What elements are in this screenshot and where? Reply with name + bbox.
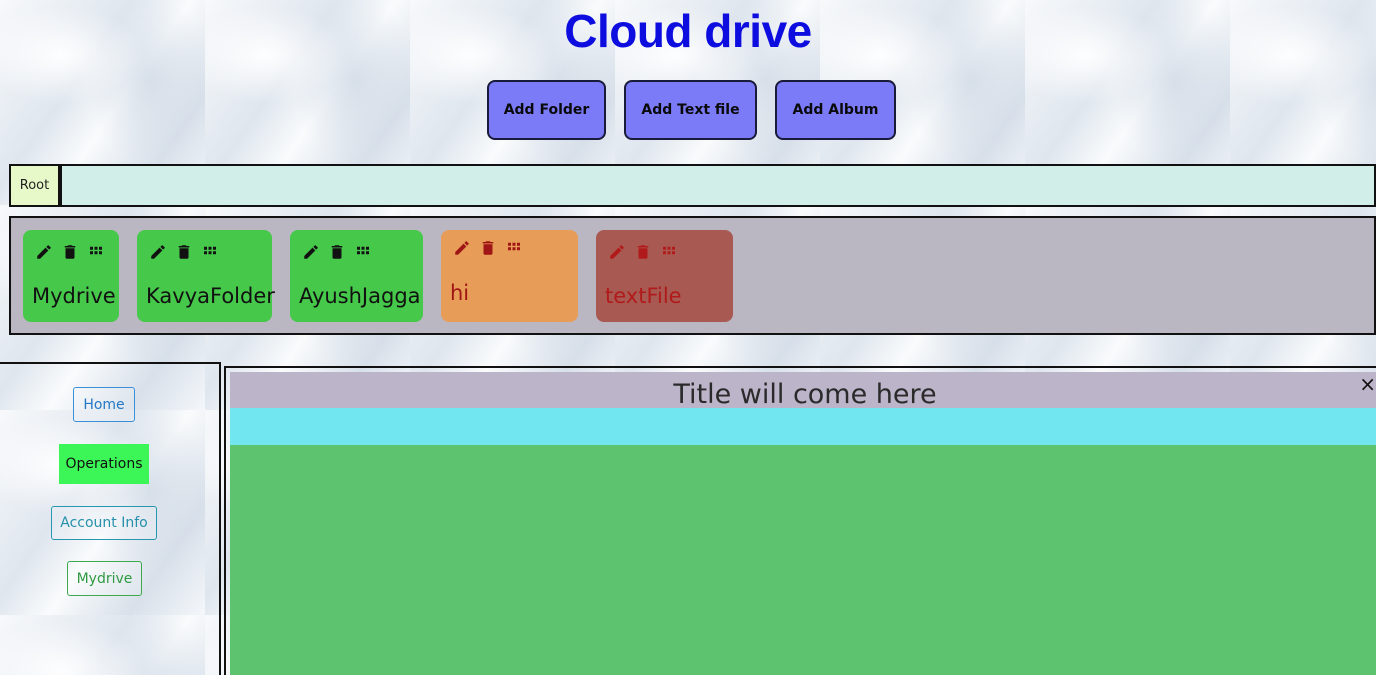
- item-name: hi: [450, 281, 470, 305]
- grid-icon[interactable]: [87, 243, 105, 261]
- trash-icon[interactable]: [479, 239, 497, 257]
- trash-icon[interactable]: [328, 243, 346, 261]
- item-name: textFile: [605, 284, 682, 308]
- pencil-icon[interactable]: [453, 239, 471, 257]
- pencil-icon[interactable]: [149, 243, 167, 261]
- grid-icon[interactable]: [505, 239, 523, 257]
- pencil-icon[interactable]: [302, 243, 320, 261]
- breadcrumb-root[interactable]: Root: [11, 166, 62, 205]
- grid-icon[interactable]: [354, 243, 372, 261]
- folder-item-kavyafolder[interactable]: KavyaFolder: [137, 230, 275, 322]
- app-title: Cloud drive: [564, 5, 812, 57]
- pencil-icon[interactable]: [35, 243, 53, 261]
- album-item-hi[interactable]: hi: [441, 230, 578, 322]
- folder-item-ayushjagga[interactable]: AyushJagga: [290, 230, 423, 322]
- sidebar-item-home[interactable]: Home: [73, 387, 135, 422]
- file-viewer: Title will come here ×: [224, 366, 1376, 675]
- trash-icon[interactable]: [634, 243, 652, 261]
- viewer-content: [230, 445, 1376, 675]
- grid-icon[interactable]: [201, 243, 219, 261]
- item-name: AyushJagga: [299, 284, 421, 308]
- item-name: Mydrive: [32, 284, 116, 308]
- breadcrumb: Root: [9, 164, 1376, 207]
- item-name: KavyaFolder: [146, 284, 275, 308]
- sidebar: Home Operations Account Info Mydrive: [0, 362, 221, 675]
- text-file-item-textfile[interactable]: textFile: [596, 230, 733, 322]
- trash-icon[interactable]: [61, 243, 79, 261]
- grid-icon[interactable]: [660, 243, 678, 261]
- add-text-file-button[interactable]: Add Text file: [624, 80, 757, 140]
- sidebar-item-account-info[interactable]: Account Info: [51, 506, 157, 540]
- pencil-icon[interactable]: [608, 243, 626, 261]
- folder-item-mydrive[interactable]: Mydrive: [23, 230, 119, 322]
- sidebar-item-mydrive[interactable]: Mydrive: [67, 561, 142, 596]
- viewer-title: Title will come here: [230, 372, 1376, 411]
- close-icon[interactable]: ×: [1359, 372, 1376, 396]
- items-panel: Mydrive KavyaFolder AyushJagga hi textFi…: [9, 216, 1376, 335]
- add-album-button[interactable]: Add Album: [775, 80, 896, 140]
- add-folder-button[interactable]: Add Folder: [487, 80, 606, 140]
- sidebar-item-operations[interactable]: Operations: [59, 444, 149, 484]
- viewer-toolbar: [230, 408, 1376, 445]
- trash-icon[interactable]: [175, 243, 193, 261]
